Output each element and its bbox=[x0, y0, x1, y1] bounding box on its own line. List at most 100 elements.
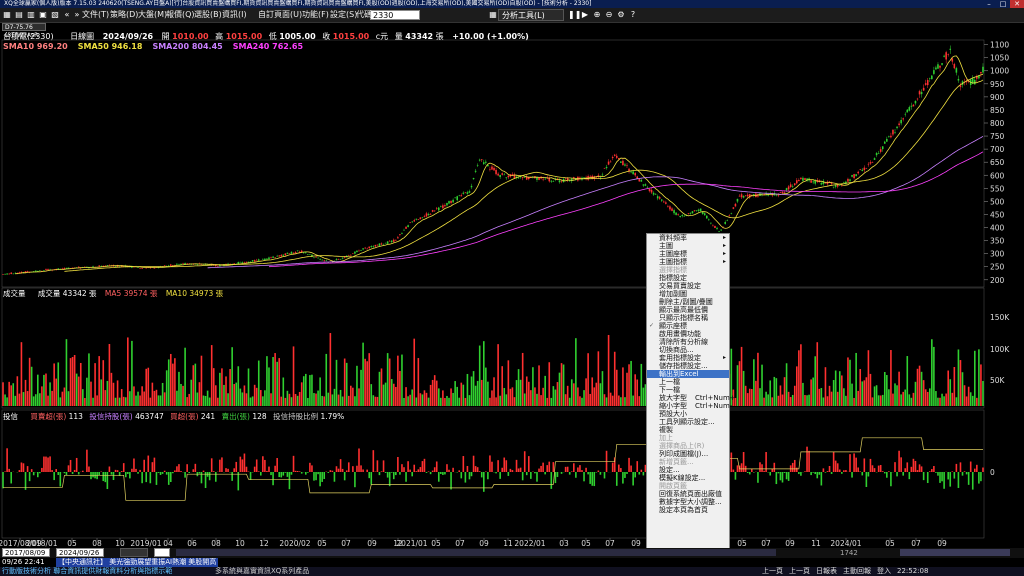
submenu-arrow-icon: ▸ bbox=[722, 234, 726, 241]
candle-body bbox=[499, 175, 501, 178]
candle-body bbox=[677, 214, 679, 215]
volume-bar bbox=[982, 380, 984, 406]
institution-bar bbox=[2, 472, 4, 489]
context-menu-item[interactable]: 清除所有分析線 bbox=[647, 338, 729, 346]
volume-bar bbox=[765, 391, 767, 406]
context-menu-item[interactable]: 縮小字型 Ctrl+Num- bbox=[647, 402, 732, 410]
institution-bar bbox=[300, 472, 303, 474]
context-menu-item[interactable]: 主圖 ▸ bbox=[647, 242, 729, 250]
context-menu-item[interactable]: 啟用畫價功能 bbox=[647, 330, 729, 338]
context-menu-item[interactable]: 複製 bbox=[647, 426, 729, 434]
context-menu-item[interactable]: 上一檔 bbox=[647, 378, 729, 386]
institution-bar bbox=[579, 465, 581, 472]
status-item-2[interactable]: 日報表 bbox=[816, 567, 837, 575]
context-menu-item[interactable]: 設定... bbox=[647, 466, 729, 474]
candle-body bbox=[902, 118, 904, 120]
volume-bar bbox=[761, 364, 763, 406]
price-chart[interactable]: 1100 1050 1000 950 900 850 800 750 700 650 600 550 5… bbox=[0, 0, 1024, 560]
volume-bar bbox=[397, 355, 399, 406]
context-menu-item[interactable]: 增加副圖 bbox=[647, 290, 729, 298]
institution-header: 投信 買賣超(張) 113 投信持股(張) 463747 買超(張) 241 賣… bbox=[3, 411, 344, 422]
institution-bar bbox=[943, 472, 945, 489]
context-menu-item[interactable]: 設定本頁為首頁 bbox=[647, 506, 729, 514]
volume-bar bbox=[632, 395, 634, 406]
status-item-4[interactable]: 登入 bbox=[877, 567, 891, 575]
candle-body bbox=[810, 180, 812, 183]
price-tick-label: 250 bbox=[990, 263, 1005, 272]
candle-body bbox=[644, 184, 647, 186]
volume-bar bbox=[32, 396, 35, 406]
context-menu-item[interactable]: 資料頻率 ▸ bbox=[647, 234, 729, 242]
volume-bar bbox=[114, 397, 117, 406]
volume-bar bbox=[335, 359, 338, 406]
volume-bar bbox=[834, 370, 837, 406]
volume-tick-label: 150K bbox=[990, 313, 1010, 322]
context-menu-item[interactable]: 儲存指標設定... bbox=[647, 362, 729, 370]
context-menu-item[interactable]: 顯示最高最低價 bbox=[647, 306, 729, 314]
context-menu-item[interactable]: 顯示座標 ✓ bbox=[647, 322, 729, 330]
status-item-1[interactable]: 上一頁 bbox=[789, 567, 810, 575]
candle-body bbox=[317, 257, 319, 259]
institution-bar bbox=[963, 471, 966, 472]
candle-body bbox=[718, 231, 720, 232]
candle-body bbox=[638, 178, 641, 182]
context-menu-item[interactable]: 切換商品... bbox=[647, 346, 729, 354]
context-menu-item[interactable]: 預設大小 bbox=[647, 410, 729, 418]
volume-bar bbox=[800, 344, 802, 406]
status-item-3[interactable]: 主動回報 bbox=[843, 567, 871, 575]
volume-bar bbox=[169, 353, 172, 406]
volume-bar bbox=[902, 391, 904, 406]
institution-bar bbox=[69, 459, 72, 472]
context-menu-item[interactable]: 列印成圖檔(J)... bbox=[647, 450, 729, 458]
institution-bar bbox=[73, 469, 76, 472]
scroll-thumb[interactable] bbox=[900, 549, 1010, 556]
scroll-track[interactable] bbox=[176, 549, 776, 556]
context-menu-item[interactable]: 套用指標設定 ▸ bbox=[647, 354, 729, 362]
candle-body bbox=[820, 183, 823, 185]
candle-body bbox=[622, 160, 624, 166]
candle-body bbox=[906, 109, 909, 113]
range-start-input[interactable]: 2017/08/09 bbox=[2, 548, 50, 557]
context-menu-item[interactable]: 輸出到Excel bbox=[647, 370, 729, 378]
context-menu-item: 選擇商品上(R) bbox=[659, 442, 705, 450]
context-menu-item[interactable]: 回復系統頁面出廠值 bbox=[647, 490, 729, 498]
candle-body bbox=[869, 162, 872, 164]
price-tick-label: 350 bbox=[990, 237, 1005, 246]
volume-bar bbox=[403, 397, 405, 406]
context-menu-item[interactable]: 指標設定 bbox=[647, 274, 729, 282]
context-menu-item[interactable]: 只顯示指標名稱 bbox=[647, 314, 729, 322]
context-menu-item[interactable]: 主圖座標 ▸ bbox=[647, 250, 729, 258]
zoom-box[interactable] bbox=[154, 548, 170, 557]
institution-bar bbox=[577, 467, 579, 472]
candle-body bbox=[542, 178, 544, 180]
context-menu-item[interactable]: 模擬K線設定... bbox=[647, 474, 729, 482]
candle-body bbox=[681, 214, 684, 216]
volume-bar bbox=[579, 396, 581, 406]
institution-bar bbox=[961, 472, 964, 476]
institution-bar bbox=[329, 470, 332, 472]
context-menu-item[interactable]: 交易買賣設定 bbox=[647, 282, 729, 290]
context-menu-item[interactable]: 下一檔 bbox=[647, 386, 729, 394]
volume-bar bbox=[14, 395, 17, 406]
period-selector[interactable] bbox=[120, 548, 148, 557]
context-menu-item[interactable]: 放大字型 Ctrl+Num+ bbox=[647, 394, 736, 402]
volume-bar bbox=[208, 397, 211, 406]
range-end-input[interactable]: 2024/09/26 bbox=[56, 548, 104, 557]
status-item-5[interactable]: 22:52:08 bbox=[897, 567, 928, 575]
institution-bar bbox=[352, 466, 354, 472]
context-menu-item[interactable]: 工具列顯示設定... bbox=[647, 418, 729, 426]
context-menu-item[interactable]: 刪除主/副圖/疊圖 bbox=[647, 298, 729, 306]
context-menu-item[interactable]: 主圖指標 ▸ bbox=[647, 258, 729, 266]
volume-bar bbox=[229, 369, 231, 406]
institution-bar bbox=[131, 468, 133, 472]
context-menu-item[interactable]: 數據字型大小調整... bbox=[647, 498, 729, 506]
news-headline[interactable]: 【中央通訊社】 美光強勁展望重振AI熱潮 美股開高 bbox=[56, 558, 219, 567]
institution-bar bbox=[178, 464, 180, 472]
volume-bar bbox=[16, 376, 19, 406]
status-item-0[interactable]: 上一頁 bbox=[762, 567, 783, 575]
candle-body bbox=[407, 225, 409, 228]
volume-bar bbox=[151, 382, 154, 406]
volume-bar bbox=[435, 380, 438, 406]
volume-bar bbox=[51, 390, 53, 406]
institution-bar bbox=[341, 468, 344, 472]
